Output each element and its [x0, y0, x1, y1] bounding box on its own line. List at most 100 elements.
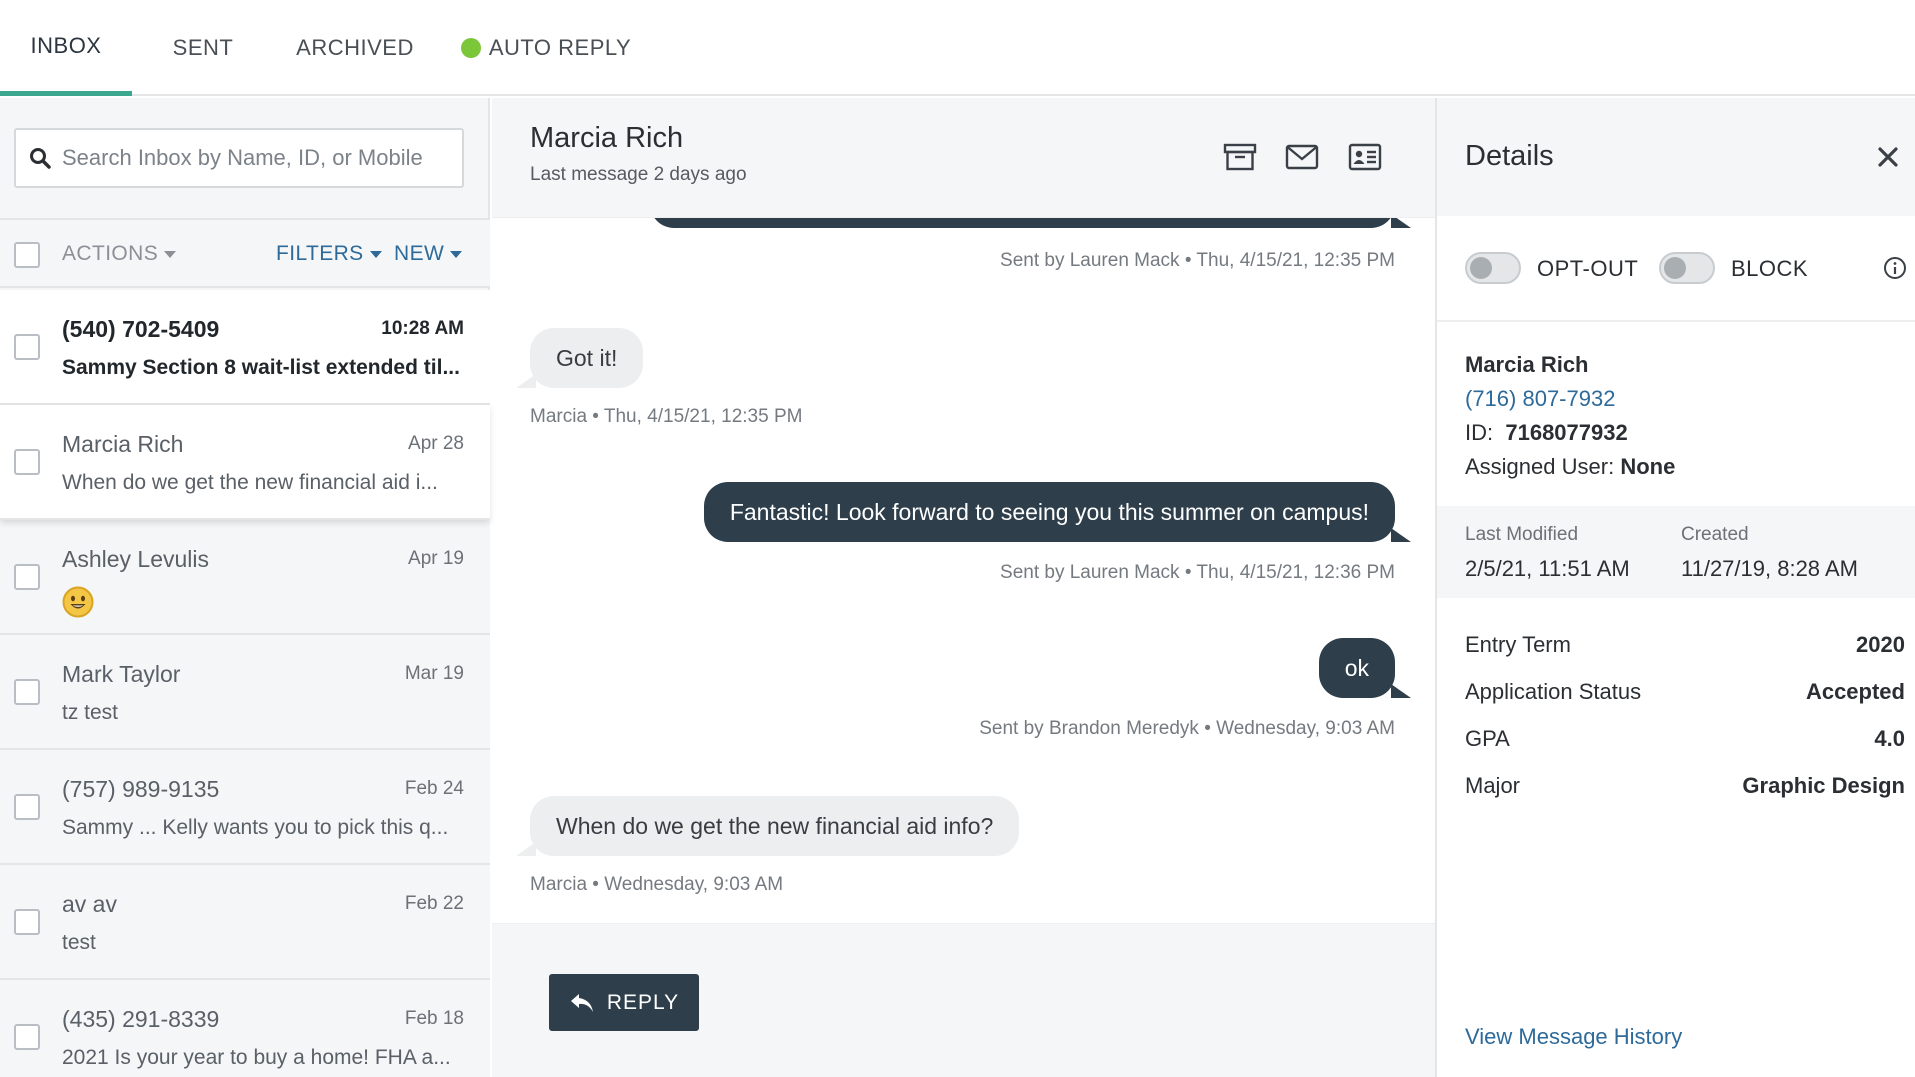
- conversation-list-panel: ACTIONS FILTERS NEW (540) 702-5409 10:28…: [0, 98, 490, 1077]
- block-label: BLOCK: [1731, 256, 1809, 281]
- search-input[interactable]: [62, 145, 422, 171]
- conversation-time: Feb 18: [404, 1008, 464, 1029]
- conversation-time: Mar 19: [404, 663, 464, 684]
- conversation-item[interactable]: av av Feb 22 test: [0, 865, 490, 980]
- details-title: Details: [1465, 140, 1554, 172]
- last-modified-value: 2/5/21, 11:51 AM: [1465, 556, 1630, 581]
- contact-id-row: ID: 7168077932: [1465, 416, 1675, 450]
- toggle-row: OPT-OUT BLOCK: [1437, 216, 1915, 322]
- attribute-row: Entry Term 2020: [1465, 632, 1905, 658]
- conversation-preview: Sammy Section 8 wait-list extended til..…: [62, 356, 460, 379]
- conversation-preview: Sammy ... Kelly wants you to pick this q…: [62, 816, 449, 839]
- close-icon[interactable]: [1877, 146, 1899, 168]
- contact-card-icon[interactable]: [1348, 142, 1382, 172]
- attribute-row: GPA 4.0: [1465, 726, 1905, 752]
- conversation-preview: [62, 586, 467, 624]
- conversation-name: Marcia Rich: [62, 431, 184, 457]
- caret-down-icon: [450, 250, 463, 258]
- tab-sent-label: SENT: [172, 35, 234, 60]
- view-message-history-link[interactable]: View Message History: [1465, 1024, 1682, 1050]
- last-modified-label: Last Modified: [1465, 524, 1579, 545]
- caret-down-icon: [369, 250, 382, 258]
- attribute-label: Entry Term: [1465, 632, 1571, 657]
- opt-out-toggle[interactable]: [1465, 252, 1521, 284]
- reply-area: REPLY: [492, 923, 1435, 1077]
- created-label: Created: [1681, 524, 1749, 545]
- attribute-label: GPA: [1465, 726, 1510, 751]
- message-meta: Marcia • Thu, 4/15/21, 12:35 PM: [530, 406, 803, 427]
- opt-out-label: OPT-OUT: [1537, 256, 1639, 281]
- conversation-item-selected[interactable]: Marcia Rich Apr 28 When do we get the ne…: [0, 405, 490, 520]
- conversation-item[interactable]: Mark Taylor Mar 19 tz test: [0, 635, 490, 750]
- details-panel: Details OPT-OUT BLOCK Marcia Rich (716) …: [1435, 98, 1915, 1077]
- conversation-item[interactable]: Ashley Levulis Apr 19: [0, 520, 490, 635]
- message-meta: Sent by Lauren Mack • Thu, 4/15/21, 12:3…: [1000, 250, 1395, 271]
- toggle-knob: [1664, 257, 1686, 279]
- tab-auto-reply-label: AUTO REPLY: [488, 35, 632, 60]
- toggle-knob: [1470, 257, 1492, 279]
- conversation-time: Feb 22: [404, 893, 464, 914]
- contact-phone-link[interactable]: (716) 807-7932: [1465, 382, 1675, 416]
- conversation-name: (435) 291-8339: [62, 1006, 220, 1032]
- conversation-preview: tz test: [62, 701, 119, 724]
- contact-info: Marcia Rich (716) 807-7932 ID: 716807793…: [1465, 348, 1675, 484]
- record-dates: Last Modified 2/5/21, 11:51 AM Created 1…: [1437, 506, 1915, 598]
- filters-dropdown[interactable]: FILTERS: [276, 242, 382, 266]
- filters-label: FILTERS: [276, 242, 364, 265]
- new-dropdown[interactable]: NEW: [394, 242, 463, 266]
- conversation-name: (540) 702-5409: [62, 316, 220, 342]
- tab-inbox-label: INBOX: [30, 32, 102, 58]
- conversation-item[interactable]: (540) 702-5409 10:28 AM Sammy Section 8 …: [0, 290, 490, 405]
- thread-header: Marcia Rich Last message 2 days ago: [492, 98, 1435, 218]
- attribute-label: Major: [1465, 773, 1521, 798]
- tab-archived[interactable]: ARCHIVED: [290, 0, 420, 96]
- list-toolbar: ACTIONS FILTERS NEW: [0, 218, 490, 288]
- attribute-row: Major Graphic Design: [1465, 773, 1905, 799]
- message-meta: Sent by Brandon Meredyk • Wednesday, 9:0…: [979, 718, 1395, 739]
- conversation-checkbox[interactable]: [14, 334, 40, 360]
- tab-inbox[interactable]: INBOX: [0, 0, 132, 96]
- reply-button[interactable]: REPLY: [549, 974, 699, 1031]
- search-box: [14, 128, 464, 188]
- attribute-value: Accepted: [1805, 679, 1905, 704]
- conversation-name: (757) 989-9135: [62, 776, 220, 802]
- archive-icon[interactable]: [1223, 142, 1257, 172]
- reply-arrow-icon: [570, 993, 593, 1012]
- details-header: Details: [1437, 98, 1915, 216]
- select-all-checkbox[interactable]: [14, 242, 40, 268]
- smiley-emoji-icon: [62, 586, 94, 618]
- message-bubble-incoming: When do we get the new financial aid inf…: [515, 796, 1020, 856]
- conversation-checkbox[interactable]: [14, 794, 40, 820]
- conversation-time: Feb 24: [404, 778, 464, 799]
- conversation-checkbox[interactable]: [14, 1024, 40, 1050]
- conversation-name: av av: [62, 891, 117, 917]
- reply-button-label: REPLY: [606, 990, 680, 1014]
- contact-name: Marcia Rich: [1465, 352, 1589, 377]
- info-icon[interactable]: [1883, 256, 1907, 280]
- conversation-preview: 2021 Is your year to buy a home! FHA a..…: [62, 1046, 451, 1069]
- assigned-user-value: None: [1620, 454, 1676, 479]
- block-toggle[interactable]: [1659, 252, 1715, 284]
- actions-label: ACTIONS: [62, 242, 159, 265]
- message-bubble-outgoing: [650, 218, 1411, 228]
- conversation-checkbox[interactable]: [14, 564, 40, 590]
- tab-sent[interactable]: SENT: [150, 0, 256, 96]
- thread-last-message: Last message 2 days ago: [530, 164, 747, 185]
- actions-dropdown[interactable]: ACTIONS: [62, 242, 177, 266]
- search-icon: [30, 148, 51, 169]
- contact-id-label: ID:: [1465, 420, 1494, 445]
- conversation-preview: test: [62, 931, 96, 954]
- envelope-icon[interactable]: [1285, 142, 1319, 172]
- conversation-checkbox[interactable]: [14, 449, 40, 475]
- message-meta: Sent by Lauren Mack • Thu, 4/15/21, 12:3…: [1000, 562, 1395, 583]
- tab-auto-reply[interactable]: AUTO REPLY: [456, 0, 636, 96]
- conversation-item[interactable]: (435) 291-8339 Feb 18 2021 Is your year …: [0, 980, 490, 1077]
- conversation-checkbox[interactable]: [14, 909, 40, 935]
- conversation-item[interactable]: (757) 989-9135 Feb 24 Sammy ... Kelly wa…: [0, 750, 490, 865]
- conversation-time: Apr 28: [408, 433, 464, 454]
- created-value: 11/27/19, 8:28 AM: [1681, 556, 1858, 581]
- conversation-name: Ashley Levulis: [62, 546, 210, 572]
- conversation-checkbox[interactable]: [14, 679, 40, 705]
- message-thread: Sent by Lauren Mack • Thu, 4/15/21, 12:3…: [492, 218, 1435, 918]
- new-label: NEW: [394, 242, 445, 265]
